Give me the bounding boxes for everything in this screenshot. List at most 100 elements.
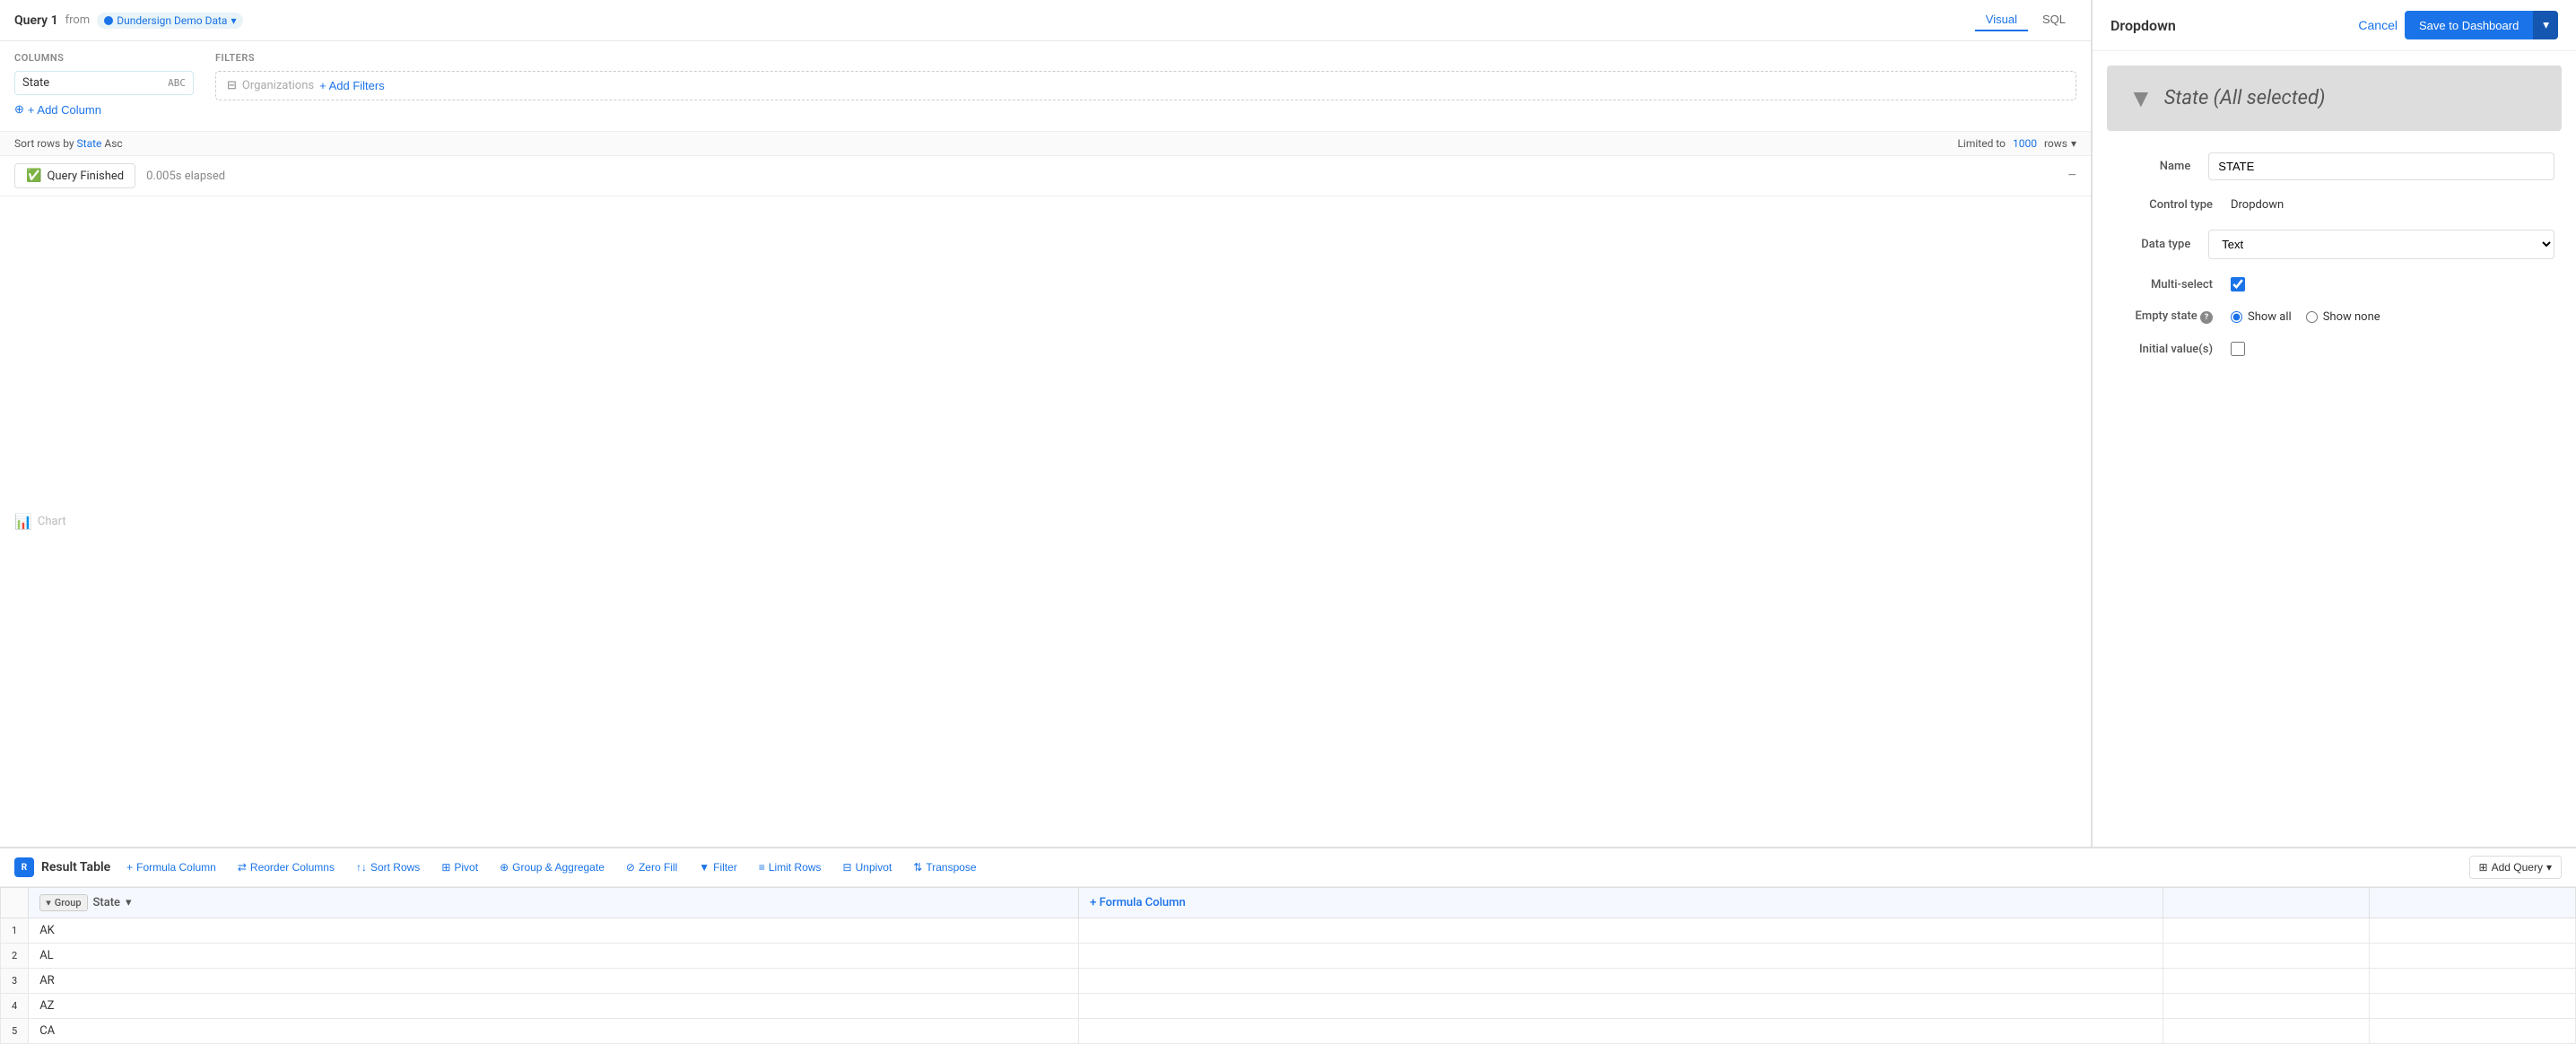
empty-state-show-none-radio[interactable]	[2306, 311, 2318, 323]
formula-column-button[interactable]: + Formula Column	[121, 857, 222, 877]
pivot-button[interactable]: ⊞ Pivot	[436, 857, 483, 877]
row-cell-empty-1	[1079, 944, 2163, 969]
row-cell-empty-3	[2370, 969, 2576, 994]
datasource-dot	[104, 16, 113, 25]
unpivot-button[interactable]: ⊟ Unpivot	[838, 857, 898, 877]
add-column-button[interactable]: ⊕ + Add Column	[14, 99, 101, 120]
data-type-select[interactable]: Text Number Date	[2208, 230, 2554, 259]
save-dropdown-arrow[interactable]: ▾	[2533, 11, 2558, 39]
filter-preview-title: State (All selected)	[2164, 87, 2326, 109]
sort-info: Sort rows by State Asc	[14, 137, 123, 150]
group-header-state: ▾ Group State ▾	[39, 894, 1067, 911]
form-row-name: Name	[2114, 152, 2554, 180]
row-number: 2	[1, 944, 29, 969]
limit-info: Limited to 1000 rows ▾	[1957, 137, 2076, 150]
data-table: ▾ Group State ▾ + Formula Column	[0, 887, 2576, 1044]
multiselect-checkbox[interactable]	[2231, 277, 2245, 291]
result-title-area: R Result Table	[14, 857, 110, 877]
row-cell-empty-3	[2370, 944, 2576, 969]
view-tabs: Visual SQL	[1975, 9, 2076, 31]
filters-label: Filters	[215, 52, 2076, 64]
add-query-button[interactable]: ⊞ Add Query ▾	[2469, 856, 2562, 879]
limit-text: Limited to	[1957, 137, 2006, 150]
row-cell-empty-3	[2370, 1019, 2576, 1044]
datasource-badge[interactable]: Dundersign Demo Data ▾	[97, 13, 243, 29]
empty-state-show-all-label: Show all	[2248, 310, 2292, 324]
transpose-button[interactable]: ⇅ Transpose	[908, 857, 981, 877]
filter-icon: ▼	[699, 861, 709, 874]
columns-section: Columns State ABC ⊕ + Add Column	[14, 52, 194, 120]
add-formula-column-label[interactable]: + Formula Column	[1090, 896, 1186, 909]
filter-button[interactable]: ▼ Filter	[693, 857, 743, 877]
group-aggregate-icon: ⊕	[500, 861, 509, 874]
table-container: ▾ Group State ▾ + Formula Column	[0, 887, 2576, 1044]
row-cell-empty-1	[1079, 1019, 2163, 1044]
form-row-empty-state: Empty state ? Show all Show none	[2114, 309, 2554, 324]
query-title-area: Query 1 from Dundersign Demo Data ▾	[14, 13, 243, 29]
multiselect-label: Multi-select	[2114, 278, 2231, 291]
filter-table-icon: ⊟	[227, 79, 237, 92]
zero-fill-button[interactable]: ⊘ Zero Fill	[621, 857, 683, 877]
sort-column-link[interactable]: State	[77, 137, 102, 150]
form-row-data-type: Data type Text Number Date	[2114, 230, 2554, 259]
column-header-state[interactable]: ▾ Group State ▾	[29, 888, 1079, 918]
pivot-icon: ⊞	[441, 861, 450, 874]
save-to-dashboard-button[interactable]: Save to Dashboard	[2405, 11, 2533, 39]
limit-rows-icon: ≡	[759, 861, 765, 874]
row-number: 4	[1, 994, 29, 1019]
row-num-header	[1, 888, 29, 918]
group-aggregate-button[interactable]: ⊕ Group & Aggregate	[494, 857, 610, 877]
add-filter-button[interactable]: + Add Filters	[319, 79, 385, 92]
tab-visual[interactable]: Visual	[1975, 9, 2028, 31]
query-status-label: Query Finished	[47, 170, 124, 183]
row-cell-empty-2	[2163, 1019, 2370, 1044]
query-builder: Query 1 from Dundersign Demo Data ▾ Visu…	[0, 0, 2092, 847]
row-cell-state: AK	[29, 918, 1079, 944]
transpose-icon: ⇅	[913, 861, 922, 874]
formula-column-icon: +	[126, 861, 133, 874]
panel-title: Dropdown	[2110, 17, 2176, 34]
column-name: State	[22, 76, 49, 90]
tab-sql[interactable]: SQL	[2032, 9, 2076, 31]
name-label: Name	[2114, 160, 2208, 173]
group-chevron-icon: ▾	[46, 897, 51, 909]
limit-rows-button[interactable]: ≡ Limit Rows	[753, 857, 827, 877]
status-bar: ✅ Query Finished 0.005s elapsed −	[0, 156, 2091, 196]
datasource-chevron-icon: ▾	[231, 14, 236, 27]
empty-state-show-all-radio[interactable]	[2231, 311, 2242, 323]
query-header: Query 1 from Dundersign Demo Data ▾ Visu…	[0, 0, 2091, 41]
limit-num[interactable]: 1000	[2013, 137, 2037, 150]
row-cell-empty-3	[2370, 994, 2576, 1019]
table-row: 5 CA	[1, 1019, 2576, 1044]
add-query-table-icon: ⊞	[2479, 861, 2488, 874]
collapse-button[interactable]: −	[2068, 168, 2076, 184]
toolbar-right: ⊞ Add Query ▾	[2469, 856, 2562, 879]
initial-values-checkbox[interactable]	[2231, 342, 2245, 356]
empty-state-show-none-option[interactable]: Show none	[2306, 310, 2380, 324]
sort-bar: Sort rows by State Asc Limited to 1000 r…	[0, 131, 2091, 156]
chart-area: 📊 Chart	[0, 196, 2091, 847]
row-cell-state: AZ	[29, 994, 1079, 1019]
result-table-title: Result Table	[41, 860, 110, 874]
empty-state-help-icon[interactable]: ?	[2200, 311, 2213, 324]
sort-rows-button[interactable]: ↑↓ Sort Rows	[351, 857, 425, 877]
right-panel-header: Dropdown Cancel Save to Dashboard ▾	[2093, 0, 2576, 51]
columns-label: Columns	[14, 52, 194, 64]
empty-state-show-all-option[interactable]: Show all	[2231, 310, 2292, 324]
query-from-text: from	[65, 13, 91, 27]
unpivot-icon: ⊟	[843, 861, 852, 874]
table-row: 3 AR	[1, 969, 2576, 994]
formula-column-header[interactable]: + Formula Column	[1079, 888, 2163, 918]
name-input[interactable]	[2208, 152, 2554, 180]
data-type-label: Data type	[2114, 238, 2208, 251]
add-column-label: + Add Column	[28, 103, 101, 117]
form-row-multiselect: Multi-select	[2114, 277, 2554, 291]
control-type-value: Dropdown	[2231, 198, 2554, 212]
query-title: Query 1	[14, 13, 58, 28]
chart-label: Chart	[38, 515, 66, 528]
add-query-arrow-icon: ▾	[2546, 861, 2552, 874]
empty-state-show-none-label: Show none	[2323, 310, 2380, 324]
reorder-columns-button[interactable]: ⇄ Reorder Columns	[232, 857, 340, 877]
row-cell-empty-2	[2163, 944, 2370, 969]
cancel-button[interactable]: Cancel	[2358, 18, 2398, 32]
